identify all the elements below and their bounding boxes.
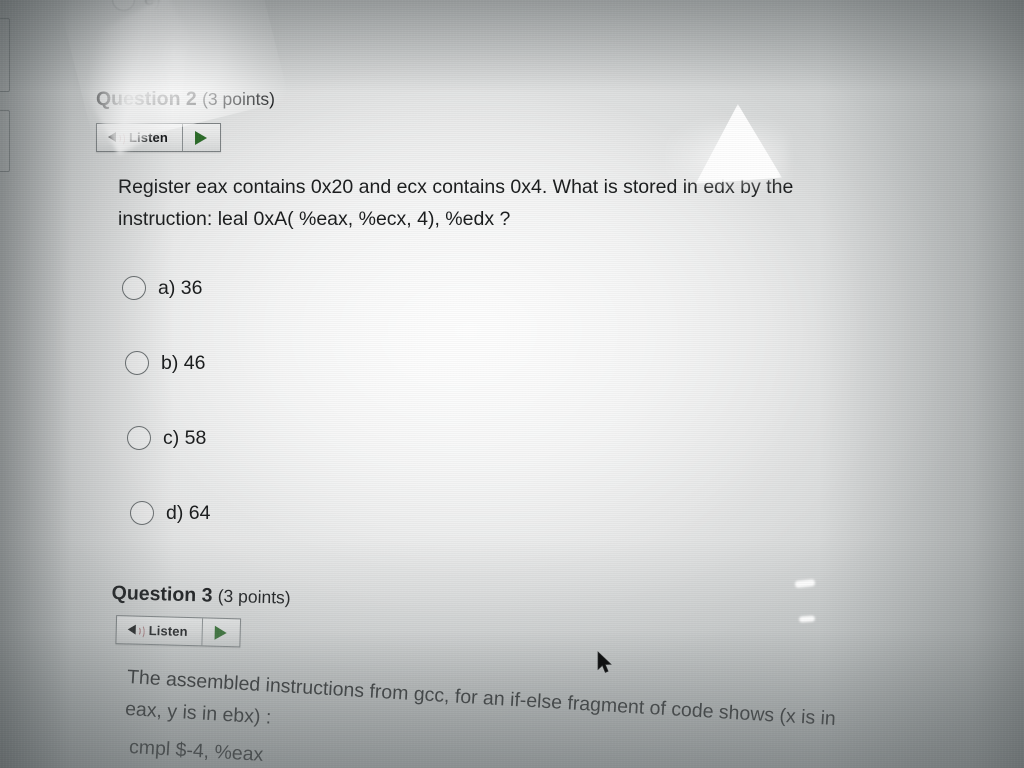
question-3-points: (3 points) — [217, 585, 291, 608]
quiz-content: e) Question 2 (3 points) Listen — [0, 0, 1024, 768]
radio-button-b[interactable] — [125, 351, 149, 375]
question-3-listen-bar[interactable]: Listen — [115, 615, 241, 648]
question-3-play-button[interactable] — [202, 618, 240, 646]
question-3-code: cmpl $-4, %eax — [128, 732, 264, 768]
radio-button-a[interactable] — [122, 276, 146, 300]
previous-option-label: e) — [144, 0, 161, 11]
play-triangle-icon — [214, 625, 228, 640]
radio-button[interactable] — [112, 0, 135, 11]
speaker-icon — [127, 623, 145, 639]
choice-c-label: c) 58 — [163, 426, 207, 449]
question-2-text-line-1: Register eax contains 0x20 and ecx conta… — [118, 176, 794, 198]
choice-b-label: b) 46 — [161, 351, 206, 374]
question-2-title-main: Question 2 — [96, 88, 197, 110]
question-2-points: (3 points) — [202, 89, 276, 109]
speaker-icon — [108, 131, 125, 146]
play-triangle-icon — [195, 130, 208, 145]
question-2-listen-label: Listen — [129, 130, 168, 145]
radio-button-c[interactable] — [127, 426, 151, 450]
question-2-title: Question 2 (3 points) — [96, 88, 938, 111]
screen-photo: e) Question 2 (3 points) Listen — [0, 0, 1024, 768]
choice-a-label: a) 36 — [158, 276, 203, 299]
question-3-code-line-1: cmpl $-4, %eax — [128, 735, 264, 766]
radio-button-d[interactable] — [130, 501, 154, 525]
previous-question-option-cutoff[interactable]: e) — [112, 0, 161, 11]
question-3-title: Question 3 (3 points) — [111, 582, 291, 610]
question-3-listen-button[interactable]: Listen — [116, 616, 203, 646]
question-2-text: Register eax contains 0x20 and ecx conta… — [118, 172, 938, 235]
question-2-choices: a) 36 b) 46 c) 58 d) 64 — [122, 262, 210, 539]
choice-d-label: d) 64 — [166, 501, 211, 524]
question-2-block: Question 2 (3 points) Listen Register ea… — [96, 88, 938, 235]
question-3-block: Question 3 (3 points) Listen — [110, 582, 291, 649]
question-2-text-line-2: instruction: leal 0xA( %eax, %ecx, 4), %… — [118, 207, 511, 230]
question-3-title-main: Question 3 — [111, 582, 213, 607]
question-2-play-button[interactable] — [183, 124, 220, 151]
choice-b[interactable]: b) 46 — [125, 337, 210, 389]
question-2-listen-bar[interactable]: Listen — [96, 123, 221, 152]
question-3-listen-label: Listen — [148, 622, 188, 639]
choice-c[interactable]: c) 58 — [127, 412, 210, 464]
choice-d[interactable]: d) 64 — [130, 487, 210, 539]
choice-a[interactable]: a) 36 — [122, 262, 210, 314]
question-2-listen-button[interactable]: Listen — [97, 124, 183, 151]
